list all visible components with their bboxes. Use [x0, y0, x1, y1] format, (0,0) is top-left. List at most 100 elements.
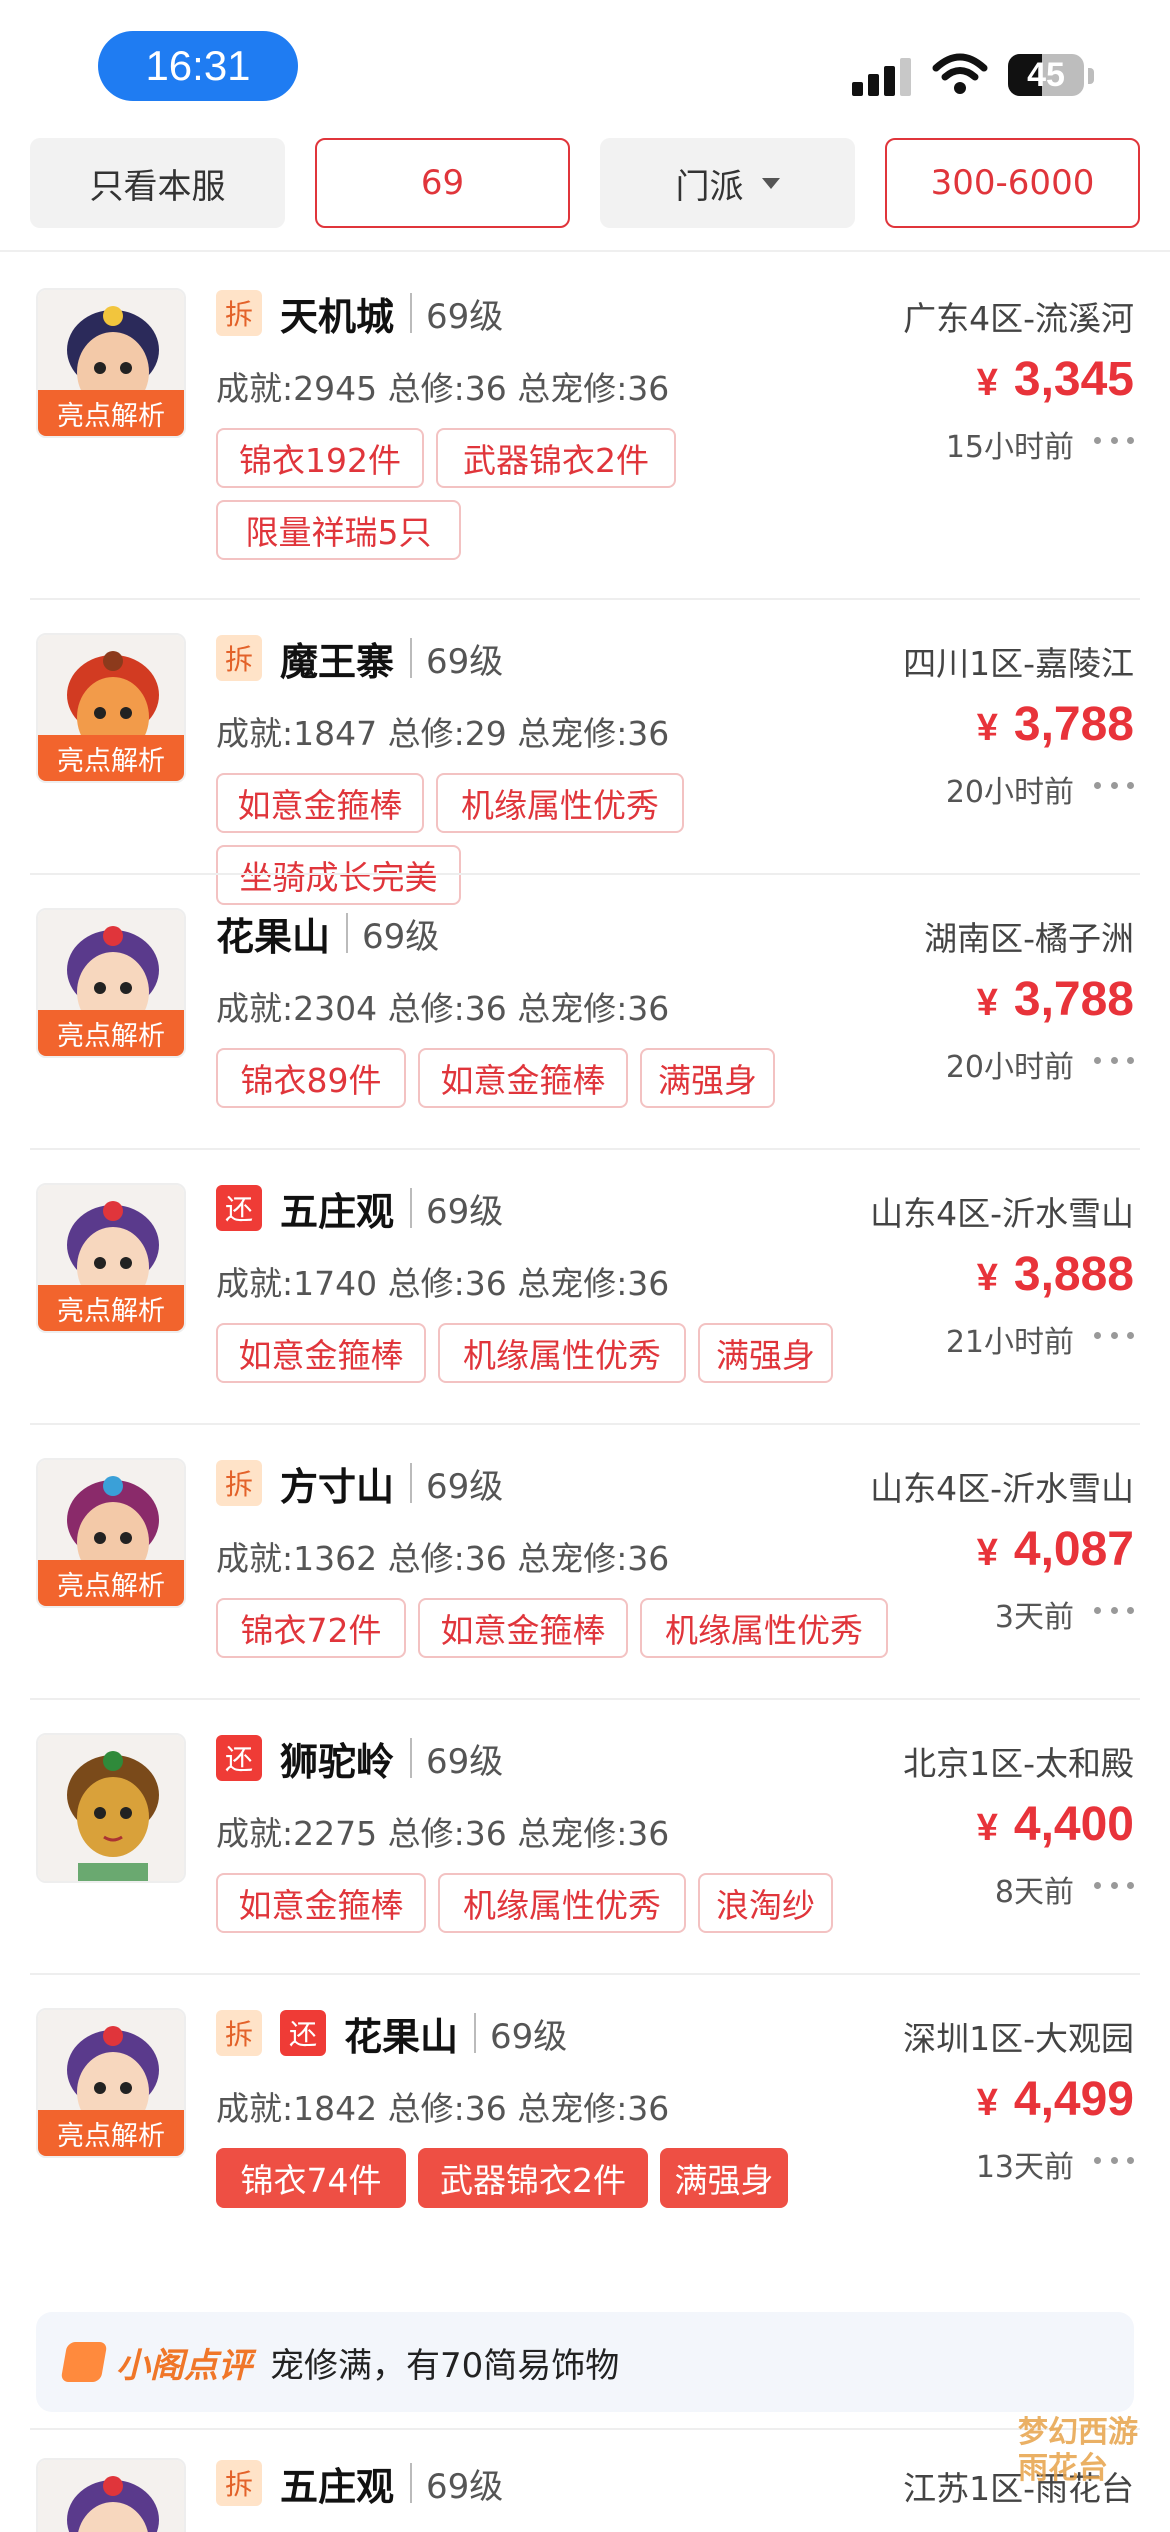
more-options-icon[interactable]: [1094, 775, 1134, 795]
wifi-icon: [932, 53, 988, 94]
price: ¥3,345: [977, 352, 1134, 407]
server-name: 广东4区-流溪河: [903, 299, 1134, 338]
more-options-icon[interactable]: [1094, 1600, 1134, 1620]
character-avatar[interactable]: 亮点解析: [36, 2008, 186, 2158]
battery-icon: 45: [1008, 54, 1084, 96]
server-name: 山东4区-沂水雪山: [870, 1194, 1134, 1233]
feature-tag: 机缘属性优秀: [438, 1323, 686, 1383]
highlight-analysis-label[interactable]: 亮点解析: [38, 735, 184, 781]
feature-tag: 如意金箍棒: [216, 773, 424, 833]
divider: [30, 598, 1140, 600]
listed-time: 21小时前: [945, 1325, 1074, 1360]
comment-text: 宠修满，有70简易饰物: [270, 2345, 620, 2386]
server-name: 山东4区-沂水雪山: [870, 1469, 1134, 1508]
split-badge: 拆: [216, 2010, 262, 2056]
currency-symbol: ¥: [976, 2082, 998, 2124]
character-level: 69级: [426, 296, 504, 337]
listing-header: 拆还花果山 69级: [216, 2007, 567, 2059]
listing-header: 拆魔王寨 69级: [216, 632, 503, 684]
highlight-analysis-label[interactable]: 亮点解析: [38, 1010, 184, 1056]
character-level: 69级: [426, 1466, 504, 1507]
character-stats: 成就:2304 总修:36 总宠修:36: [216, 989, 670, 1028]
character-avatar[interactable]: 亮点解析: [36, 288, 186, 438]
divider: [410, 1188, 413, 1228]
price: ¥3,788: [977, 697, 1134, 752]
feature-tag: 武器锦衣2件: [436, 428, 676, 488]
filter-only-this-server[interactable]: 只看本服: [30, 138, 285, 228]
character-level: 69级: [426, 2466, 504, 2507]
more-options-icon[interactable]: [1094, 430, 1134, 450]
filter-price-range[interactable]: 300-6000: [885, 138, 1140, 228]
feature-tag: 满强身: [660, 2148, 788, 2208]
price-value: 4,499: [1013, 2073, 1134, 2126]
listing-header: 拆天机城 69级: [216, 287, 503, 339]
price: ¥3,788: [977, 972, 1134, 1027]
split-badge: 拆: [216, 2460, 262, 2506]
feature-tag: 锦衣192件: [216, 428, 424, 488]
feature-tag: 如意金箍棒: [216, 1323, 426, 1383]
sect-name: 五庄观: [280, 1189, 395, 1234]
sect-name: 魔王寨: [280, 639, 395, 684]
sect-name: 方寸山: [280, 1464, 395, 1509]
price: ¥4,499: [977, 2072, 1134, 2127]
feature-tag: 浪淘纱: [698, 1873, 833, 1933]
sect-name: 天机城: [280, 294, 395, 339]
more-options-icon[interactable]: [1094, 1050, 1134, 1070]
character-avatar[interactable]: [36, 1733, 186, 1883]
feature-tag: 武器锦衣2件: [418, 2148, 648, 2208]
return-badge: 还: [216, 1735, 262, 1781]
server-name: 北京1区-太和殿: [903, 1744, 1134, 1783]
divider: [410, 1463, 413, 1503]
battery-nub: [1088, 68, 1094, 84]
divider: [30, 1698, 1140, 1700]
feature-tag: 机缘属性优秀: [436, 773, 684, 833]
character-avatar[interactable]: 亮点解析: [36, 633, 186, 783]
more-options-icon[interactable]: [1094, 1325, 1134, 1345]
feature-tag: 满强身: [640, 1048, 775, 1108]
filter-level[interactable]: 69: [315, 138, 570, 228]
currency-symbol: ¥: [976, 707, 998, 749]
character-level: 69级: [426, 641, 504, 682]
listing-header: 花果山 69级: [216, 907, 439, 959]
feature-tag: 锦衣89件: [216, 1048, 406, 1108]
character-avatar[interactable]: 亮点解析: [36, 908, 186, 1058]
divider: [30, 873, 1140, 875]
divider: [346, 913, 349, 953]
character-avatar[interactable]: 亮点解析: [36, 1458, 186, 1608]
return-badge: 还: [216, 1185, 262, 1231]
feature-tag: 机缘属性优秀: [640, 1598, 888, 1658]
sect-name: 花果山: [216, 914, 331, 959]
highlight-analysis-label[interactable]: 亮点解析: [38, 2110, 184, 2156]
highlight-analysis-label[interactable]: 亮点解析: [38, 390, 184, 436]
server-name: 深圳1区-大观园: [903, 2019, 1134, 2058]
price-value: 4,087: [1013, 1523, 1134, 1576]
more-options-icon[interactable]: [1094, 2150, 1134, 2170]
character-level: 69级: [426, 1191, 504, 1232]
character-avatar[interactable]: 亮点解析: [36, 1183, 186, 1333]
highlight-analysis-label[interactable]: 亮点解析: [38, 1285, 184, 1331]
currency-symbol: ¥: [976, 1257, 998, 1299]
divider: [30, 2428, 1140, 2430]
character-avatar[interactable]: [36, 2458, 186, 2532]
feature-tag: 如意金箍棒: [418, 1048, 628, 1108]
feature-tag: 满强身: [698, 1323, 833, 1383]
highlight-analysis-label[interactable]: 亮点解析: [38, 1560, 184, 1606]
filter-label: 300-6000: [930, 163, 1095, 203]
listing-header: 拆方寸山 69级: [216, 1457, 503, 1509]
sect-name: 狮驼岭: [280, 1739, 395, 1784]
split-badge: 拆: [216, 635, 262, 681]
split-badge: 拆: [216, 1460, 262, 1506]
comment-icon: [60, 2342, 108, 2382]
divider: [30, 1148, 1140, 1150]
divider: [0, 250, 1170, 252]
currency-symbol: ¥: [976, 1532, 998, 1574]
filter-sect-dropdown[interactable]: 门派: [600, 138, 855, 228]
feature-tag: 机缘属性优秀: [438, 1873, 686, 1933]
watermark-logo: 梦幻西游 雨花台: [1018, 2415, 1138, 2486]
more-options-icon[interactable]: [1094, 1875, 1134, 1895]
listed-time: 8天前: [994, 1875, 1074, 1910]
listed-time: 15小时前: [945, 430, 1074, 465]
price: ¥4,087: [977, 1522, 1134, 1577]
listed-time: 13天前: [975, 2150, 1074, 2185]
split-badge: 拆: [216, 290, 262, 336]
